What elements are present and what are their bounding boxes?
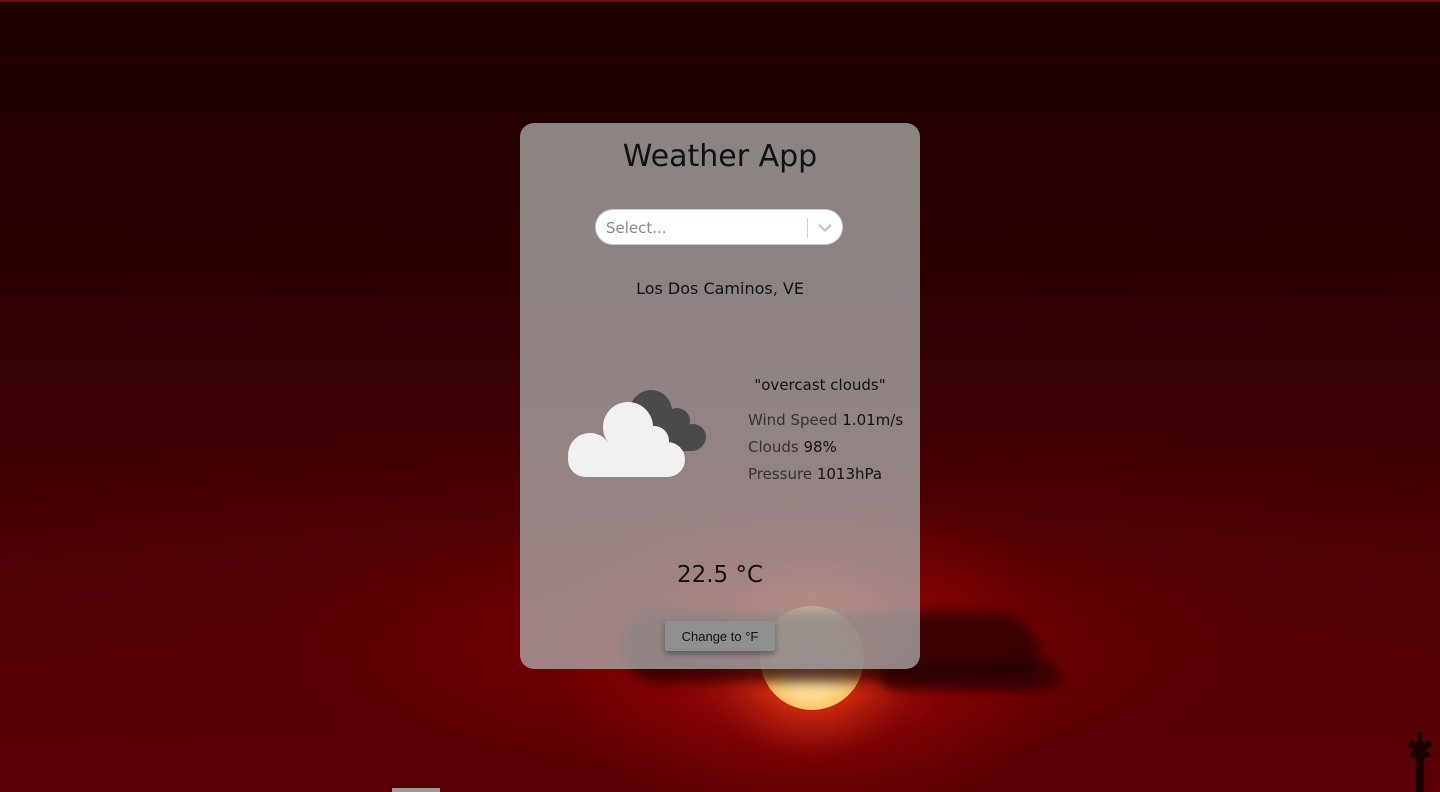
pressure-value: 1013hPa xyxy=(816,465,883,483)
tower-silhouette xyxy=(1408,732,1432,792)
clouds-label: Clouds xyxy=(748,438,799,456)
change-unit-button[interactable]: Change to °F xyxy=(665,621,775,651)
chevron-down-icon[interactable] xyxy=(816,219,834,237)
pressure-stat: Pressure 1013hPa xyxy=(748,465,882,483)
weather-card: Weather App Select... Los Dos Caminos, V… xyxy=(520,123,920,669)
clouds-value: 98% xyxy=(803,438,837,456)
clouds-stat: Clouds 98% xyxy=(748,438,837,456)
overcast-clouds-icon xyxy=(568,390,706,477)
city-select[interactable]: Select... xyxy=(595,209,843,245)
top-border xyxy=(0,0,1440,2)
app-title: Weather App xyxy=(622,139,818,174)
location-name: Los Dos Caminos, VE xyxy=(636,279,804,298)
select-separator xyxy=(807,218,808,238)
wind-speed-stat: Wind Speed 1.01m/s xyxy=(748,411,903,429)
weather-description: "overcast clouds" xyxy=(754,376,886,394)
temperature-value: 22.5 °C xyxy=(676,562,764,588)
horizontal-scrollbar[interactable] xyxy=(392,788,440,792)
pressure-label: Pressure xyxy=(748,465,813,483)
wind-speed-label: Wind Speed xyxy=(748,411,838,429)
wind-speed-value: 1.01m/s xyxy=(842,411,904,429)
city-select-placeholder: Select... xyxy=(606,219,667,237)
